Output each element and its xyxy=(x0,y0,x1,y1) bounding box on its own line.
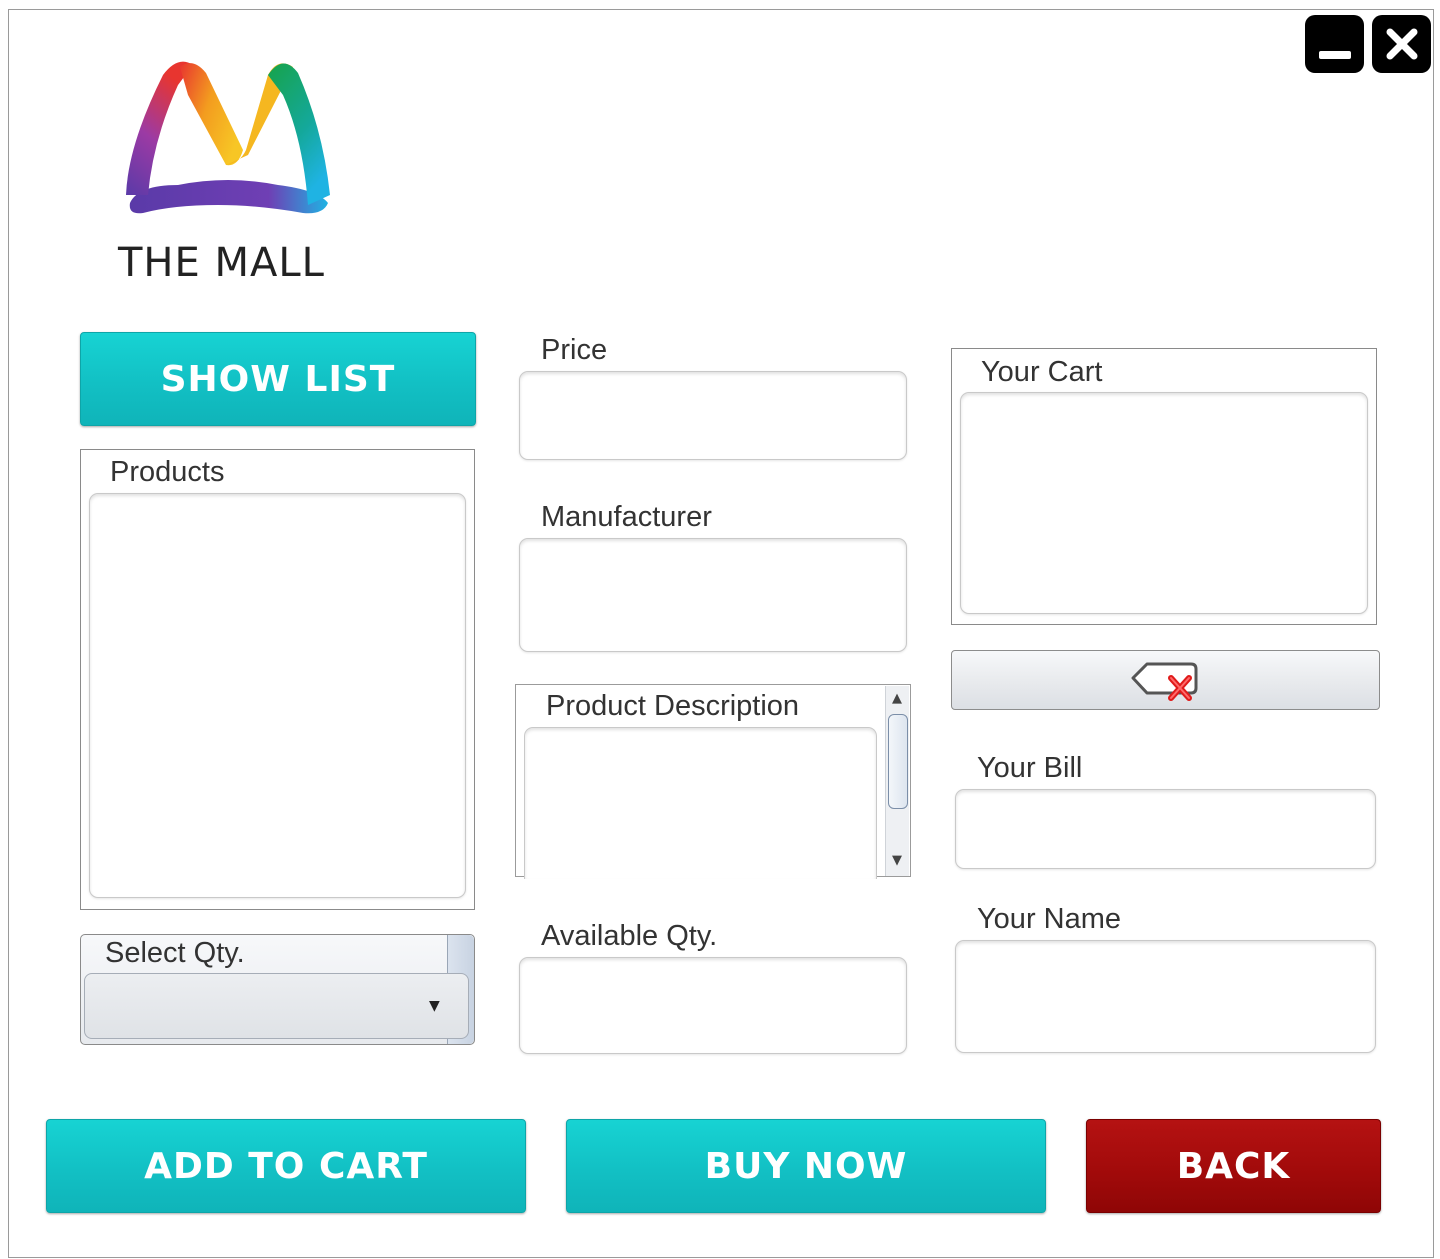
add-to-cart-button[interactable]: ADD TO CART xyxy=(46,1119,526,1213)
available-qty-field[interactable] xyxy=(519,957,907,1054)
product-description-textarea[interactable] xyxy=(524,727,877,879)
select-qty-label: Select Qty. xyxy=(105,937,245,969)
products-label: Products xyxy=(110,456,225,488)
backspace-delete-icon xyxy=(1131,662,1197,701)
your-name-field[interactable] xyxy=(955,940,1376,1053)
select-qty-dropdown[interactable]: ▼ xyxy=(84,973,469,1039)
remove-from-cart-button[interactable] xyxy=(951,650,1380,710)
available-qty-label: Available Qty. xyxy=(541,920,718,952)
price-input[interactable] xyxy=(520,372,906,459)
your-name-input[interactable] xyxy=(956,941,1375,1052)
available-qty-input[interactable] xyxy=(520,958,906,1053)
your-bill-field[interactable] xyxy=(955,789,1376,869)
buy-now-button[interactable]: BUY NOW xyxy=(566,1119,1046,1213)
products-list[interactable] xyxy=(89,493,466,898)
your-cart-label: Your Cart xyxy=(981,356,1103,388)
manufacturer-field[interactable] xyxy=(519,538,907,652)
close-button[interactable] xyxy=(1372,15,1431,73)
scrollbar-thumb[interactable] xyxy=(888,714,908,809)
brand-name: THE MALL xyxy=(118,240,325,286)
price-field[interactable] xyxy=(519,371,907,460)
minimize-button[interactable] xyxy=(1305,15,1364,73)
price-label: Price xyxy=(541,334,608,366)
your-bill-label: Your Bill xyxy=(977,752,1083,784)
chevron-down-icon[interactable]: ▼ xyxy=(429,998,440,1014)
description-scrollbar[interactable]: ▲ ▼ xyxy=(885,686,909,876)
your-bill-input[interactable] xyxy=(956,790,1375,868)
product-description-label: Product Description xyxy=(546,690,800,722)
manufacturer-label: Manufacturer xyxy=(541,501,712,533)
select-qty-value xyxy=(85,974,385,1038)
show-list-button[interactable]: SHOW LIST xyxy=(80,332,476,426)
manufacturer-input[interactable] xyxy=(520,539,906,651)
mall-logo xyxy=(126,61,330,214)
cart-list[interactable] xyxy=(960,392,1368,614)
back-button[interactable]: BACK xyxy=(1086,1119,1381,1213)
your-name-label: Your Name xyxy=(977,903,1122,935)
scroll-down-arrow-icon[interactable]: ▼ xyxy=(889,850,905,870)
close-icon xyxy=(1386,28,1417,60)
scroll-up-arrow-icon[interactable]: ▲ xyxy=(889,688,905,708)
minimize-icon xyxy=(1318,51,1351,59)
